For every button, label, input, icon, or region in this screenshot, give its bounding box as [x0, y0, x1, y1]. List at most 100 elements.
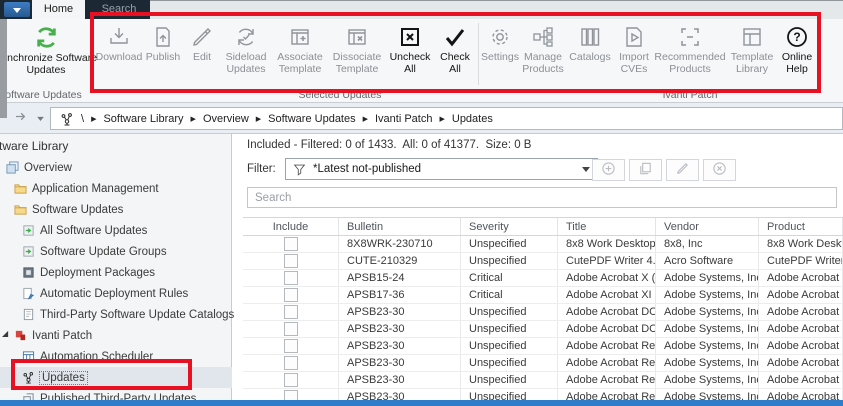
- include-checkbox[interactable]: [283, 339, 298, 353]
- cell-title: Adobe Acrobat Re...: [558, 338, 656, 354]
- ribbon-button-online-help[interactable]: ? Online Help: [778, 21, 816, 75]
- manage-products-icon: [531, 22, 555, 52]
- cell-title: CutePDF Writer 4.0...: [558, 253, 656, 269]
- filter-edit-button[interactable]: [666, 159, 699, 181]
- forward-arrow-button[interactable]: [8, 109, 32, 127]
- cell-title: Adobe Acrobat DC...: [558, 321, 656, 337]
- include-checkbox[interactable]: [283, 356, 298, 370]
- breadcrumb-separator-icon: ▶: [255, 115, 262, 123]
- ribbon-button-dissociate-template[interactable]: Dissociate Template: [328, 21, 386, 75]
- column-header-include[interactable]: Include: [243, 218, 339, 235]
- ribbon-button-publish[interactable]: Publish: [142, 21, 184, 64]
- navigation-tree: Overview Application Management Software U…: [0, 157, 234, 406]
- sidebar-item-automation-scheduler[interactable]: Automation Scheduler: [0, 346, 232, 367]
- ribbon-button-sideload-updates[interactable]: Sideload Updates: [220, 21, 272, 75]
- sideload-icon: [234, 22, 258, 52]
- ribbon-button-catalogs[interactable]: Catalogs: [566, 21, 614, 64]
- molecule-icon: [60, 112, 74, 126]
- molecule-icon: [22, 371, 35, 384]
- filter-value: *Latest not-published: [313, 163, 422, 175]
- column-header-bulletin[interactable]: Bulletin: [339, 218, 461, 235]
- ribbon-group-ivanti-patch: Settings Manage Products Catalogs Import CV…: [480, 21, 816, 75]
- cell-vendor: Acro Software: [656, 253, 759, 269]
- sidebar-item-software-updates[interactable]: Software Updates: [0, 199, 232, 220]
- sidebar-item-software-update-groups[interactable]: Software Update Groups: [0, 241, 232, 262]
- check-all-icon: [443, 22, 467, 52]
- breadcrumb-item-updates[interactable]: Updates: [452, 113, 493, 125]
- tab-home[interactable]: Home: [32, 0, 85, 19]
- dissociate-template-icon: [345, 22, 369, 52]
- sidebar-item-label: Software Updates: [32, 203, 124, 216]
- ribbon-button-settings[interactable]: Settings: [480, 21, 520, 64]
- ribbon-button-download[interactable]: Download: [96, 21, 142, 64]
- sidebar-item-deployment-packages[interactable]: Deployment Packages: [0, 262, 232, 283]
- column-header-vendor[interactable]: Vendor: [656, 218, 759, 235]
- breadcrumb-item-overview[interactable]: Overview: [203, 113, 249, 125]
- filter-remove-button[interactable]: [703, 159, 736, 181]
- table-row[interactable]: APSB15-24 Critical Adobe Acrobat X (... Ado…: [243, 270, 843, 287]
- ribbon-button-label: Publish: [145, 51, 181, 63]
- uncheck-all-icon: [398, 22, 422, 52]
- column-header-product[interactable]: Product: [759, 218, 843, 235]
- include-checkbox[interactable]: [283, 254, 298, 268]
- breadcrumb-item-ivanti-patch[interactable]: Ivanti Patch: [375, 113, 432, 125]
- sidebar-item-third-party-software-update-catalogs[interactable]: Third-Party Software Update Catalogs: [0, 304, 234, 325]
- table-row[interactable]: APSB23-30 Unspecified Adobe Acrobat Re... A…: [243, 355, 843, 372]
- group-label-ivanti-patch: Ivanti Patch: [662, 89, 718, 101]
- sidebar-item-ivanti-patch[interactable]: ◢ Ivanti Patch: [0, 325, 232, 346]
- sidebar-item-overview[interactable]: Overview: [0, 157, 232, 178]
- search-input[interactable]: [247, 187, 837, 208]
- filter-dropdown[interactable]: *Latest not-published: [285, 158, 598, 180]
- include-checkbox[interactable]: [283, 271, 298, 285]
- table-row[interactable]: APSB23-30UnspecifiedAdobe Acrobat DC...A…: [243, 321, 843, 338]
- publish-icon: [151, 22, 175, 52]
- table-row[interactable]: APSB23-30 Unspecified Adobe Acrobat Re... A…: [243, 338, 843, 355]
- sidebar-item-all-software-updates[interactable]: All Software Updates: [0, 220, 232, 241]
- ribbon-button-edit[interactable]: Edit: [184, 21, 220, 64]
- filter-add-button[interactable]: [592, 159, 625, 181]
- ribbon-button-template-library[interactable]: Template Library: [726, 21, 778, 75]
- table-row[interactable]: 8X8WRK-230710 Unspecified 8x8 Work Desktop…: [243, 236, 843, 253]
- ribbon-button-import-cves[interactable]: Import CVEs: [614, 21, 654, 75]
- breadcrumb-separator-icon: ▶: [439, 115, 445, 123]
- ribbon-button-recommended-products[interactable]: Recommended Products: [654, 21, 726, 75]
- app-menu-button[interactable]: [4, 2, 30, 17]
- ribbon-button-label: Recommended Products: [654, 51, 726, 75]
- cell-product: Adobe Acrobat Re: [759, 372, 843, 388]
- table-row[interactable]: APSB23-30 Unspecified Adobe Acrobat Re... A…: [243, 372, 843, 389]
- filter-copy-button[interactable]: [629, 159, 662, 181]
- breadcrumb-item-software-library[interactable]: Software Library: [103, 113, 183, 125]
- tab-search[interactable]: Search: [90, 0, 148, 19]
- ribbon-button-check-all[interactable]: Check All: [434, 21, 476, 75]
- cell-severity: Unspecified: [461, 338, 558, 354]
- breadcrumb-item-software-updates[interactable]: Software Updates: [268, 113, 355, 125]
- synchronize-software-updates-button[interactable]: Synchronize Software Updates: [0, 21, 98, 87]
- tree-expander-icon[interactable]: ◢: [2, 329, 8, 338]
- ribbon-button-uncheck-all[interactable]: Uncheck All: [386, 21, 434, 75]
- include-checkbox[interactable]: [283, 373, 298, 387]
- column-header-title[interactable]: Title: [558, 218, 656, 235]
- cell-vendor: Adobe Systems, Inc.: [656, 321, 759, 337]
- ribbon-group-selected-updates: Download Publish Edit Sideload Updates Assoc…: [96, 21, 476, 75]
- sidebar-item-updates[interactable]: Updates: [0, 367, 232, 388]
- table-row[interactable]: CUTE-210329UnspecifiedCutePDF Writer 4.0…: [243, 253, 843, 270]
- ribbon-button-manage-products[interactable]: Manage Products: [520, 21, 566, 75]
- column-header-severity[interactable]: Severity: [461, 218, 558, 235]
- sidebar-item-application-management[interactable]: Application Management: [0, 178, 232, 199]
- include-checkbox[interactable]: [283, 237, 298, 251]
- breadcrumb-separator-icon: ▶: [362, 115, 368, 123]
- copy-icon: [638, 161, 653, 179]
- ribbon-button-associate-template[interactable]: Associate Template: [272, 21, 328, 75]
- cell-vendor: Adobe Systems, Inc.: [656, 372, 759, 388]
- table-row[interactable]: APSB23-30UnspecifiedAdobe Acrobat DC...A…: [243, 304, 843, 321]
- include-checkbox[interactable]: [283, 322, 298, 336]
- include-checkbox[interactable]: [283, 288, 298, 302]
- table-row[interactable]: APSB17-36CriticalAdobe Acrobat XI (...Ad…: [243, 287, 843, 304]
- ribbon-group-separator: [478, 23, 479, 85]
- include-checkbox[interactable]: [283, 305, 298, 319]
- sidebar-item-automatic-deployment-rules[interactable]: Automatic Deployment Rules: [0, 283, 232, 304]
- updates-green-icon: [22, 224, 35, 237]
- breadcrumb: \ ▶ Software Library ▶ Overview ▶ Software Upd…: [50, 107, 843, 130]
- history-dropdown-button[interactable]: [34, 109, 46, 127]
- ivanti-icon: [14, 329, 27, 342]
